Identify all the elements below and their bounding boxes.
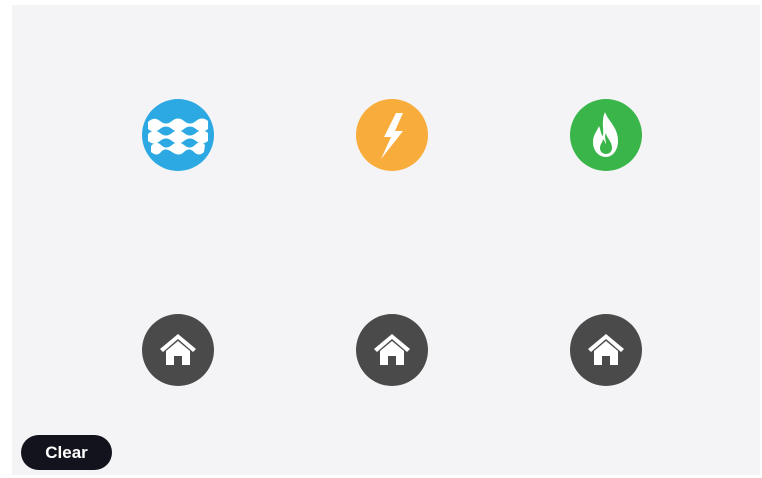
house-icon	[356, 314, 428, 386]
lightning-bolt-icon	[356, 99, 428, 171]
electricity-source[interactable]	[356, 99, 428, 171]
house-1[interactable]	[142, 314, 214, 386]
house-3[interactable]	[570, 314, 642, 386]
clear-button[interactable]: Clear	[21, 435, 112, 470]
puzzle-stage: Clear	[0, 0, 762, 478]
house-icon	[570, 314, 642, 386]
flame-icon	[570, 99, 642, 171]
water-waves-icon	[142, 99, 214, 171]
house-icon	[142, 314, 214, 386]
gas-source[interactable]	[570, 99, 642, 171]
house-2[interactable]	[356, 314, 428, 386]
water-source[interactable]	[142, 99, 214, 171]
puzzle-board[interactable]	[12, 5, 760, 475]
